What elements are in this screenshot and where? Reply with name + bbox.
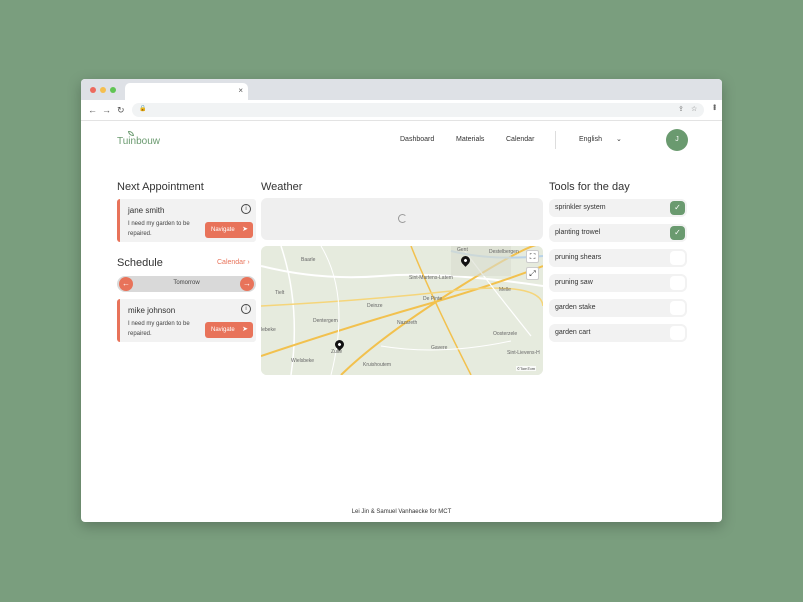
maximize-window-icon[interactable] — [110, 87, 116, 93]
map-label: Nazareth — [397, 320, 418, 326]
route-icon[interactable]: ⤢ — [526, 267, 539, 280]
loading-spinner-icon — [398, 214, 407, 223]
map-label: De Pinte — [423, 296, 443, 302]
schedule-title: Schedule — [117, 257, 163, 269]
appointment-description: I need my garden to be repaired. — [128, 321, 190, 337]
map-label: Kruishoutem — [363, 362, 392, 368]
tool-item[interactable]: planting trowel ✓ — [549, 224, 687, 242]
browser-window: × ← → ↻ 🔒 ⇪ ☆ ••• Tuinbouw Dashboard Mat… — [81, 79, 722, 522]
navigate-button[interactable]: Navigate ➤ — [205, 222, 253, 238]
map-attribution: ©TomTom — [516, 366, 537, 371]
brand-logo[interactable]: Tuinbouw — [117, 136, 160, 147]
checkbox[interactable] — [670, 276, 685, 290]
info-icon[interactable]: i — [241, 304, 251, 314]
browser-titlebar: × — [81, 79, 722, 100]
tool-item[interactable]: pruning shears — [549, 249, 687, 267]
tools-title: Tools for the day — [549, 181, 630, 193]
tool-item[interactable]: sprinkler system ✓ — [549, 199, 687, 217]
tool-item[interactable]: pruning saw — [549, 274, 687, 292]
tool-label: pruning saw — [555, 279, 593, 286]
chevron-down-icon[interactable]: ⌄ — [616, 135, 622, 143]
checkbox[interactable] — [670, 326, 685, 340]
map-roads — [261, 246, 543, 375]
navigate-label: Navigate — [211, 227, 235, 233]
appointment-name: jane smith — [128, 206, 165, 215]
checkmark-icon[interactable]: ✓ — [670, 201, 685, 215]
browser-menu-icon[interactable]: ••• — [710, 104, 719, 109]
navigate-button[interactable]: Navigate ➤ — [205, 322, 253, 338]
star-icon[interactable]: ☆ — [691, 105, 697, 113]
avatar[interactable]: J — [666, 129, 688, 151]
tool-label: sprinkler system — [555, 204, 606, 211]
footer-credits: Lei Jin & Samuel Vanhaecke for MCT — [351, 509, 452, 515]
forward-icon[interactable]: → — [102, 104, 111, 116]
calendar-link-label: Calendar — [217, 259, 246, 266]
back-icon[interactable]: ← — [88, 104, 97, 116]
tool-label: garden cart — [555, 329, 591, 336]
calendar-link[interactable]: Calendar › — [217, 259, 250, 266]
language-select[interactable]: English — [579, 136, 602, 143]
appointment-name: mike johnson — [128, 306, 176, 315]
share-icon[interactable]: ⇪ — [678, 105, 684, 113]
info-icon[interactable]: i — [241, 204, 251, 214]
map-label: Baarle — [301, 257, 316, 263]
nav-calendar[interactable]: Calendar — [506, 136, 534, 143]
checkmark-icon[interactable]: ✓ — [670, 226, 685, 240]
next-appointment-title: Next Appointment — [117, 181, 204, 193]
appointment-description: I need my garden to be repaired. — [128, 221, 190, 237]
address-bar[interactable]: 🔒 ⇪ ☆ — [132, 103, 704, 117]
tool-item[interactable]: garden cart — [549, 324, 687, 342]
fullscreen-icon[interactable]: ⛶ — [526, 250, 539, 263]
tool-item[interactable]: garden stake — [549, 299, 687, 317]
nav-divider — [555, 131, 556, 149]
map-label: Oosterzele — [493, 331, 518, 337]
close-window-icon[interactable] — [90, 87, 96, 93]
appointment-card[interactable]: jane smith I need my garden to be repair… — [117, 199, 256, 242]
browser-tab[interactable]: × — [125, 83, 248, 100]
reload-icon[interactable]: ↻ — [117, 104, 125, 116]
map-label: Tielt — [275, 290, 285, 296]
nav-materials[interactable]: Materials — [456, 136, 484, 143]
appointment-card[interactable]: mike johnson I need my garden to be repa… — [117, 299, 256, 342]
send-arrow-icon: ➤ — [242, 226, 248, 233]
map-label: Destelbergen — [489, 249, 519, 255]
navigate-label: Navigate — [211, 327, 235, 333]
map-label: Gavere — [431, 345, 448, 351]
checkbox[interactable] — [670, 251, 685, 265]
tool-label: planting trowel — [555, 229, 601, 236]
checkbox[interactable] — [670, 301, 685, 315]
day-label: Tomorrow — [173, 280, 200, 286]
day-switcher: ← Tomorrow → — [117, 276, 256, 292]
tab-close-icon[interactable]: × — [238, 86, 243, 96]
map-label: Deinze — [367, 303, 383, 309]
minimize-window-icon[interactable] — [100, 87, 106, 93]
weather-title: Weather — [261, 181, 303, 193]
lock-icon: 🔒 — [139, 106, 147, 112]
send-arrow-icon: ➤ — [242, 326, 248, 333]
map-label: Dentergem — [313, 318, 338, 324]
map-label: lebeke — [261, 327, 276, 333]
map-label: Melle — [499, 287, 511, 293]
tool-label: garden stake — [555, 304, 596, 311]
map-label: Sint-Lievens-H — [507, 350, 540, 356]
browser-toolbar: ← → ↻ 🔒 ⇪ ☆ ••• — [81, 100, 722, 121]
weather-panel — [261, 198, 543, 240]
map[interactable]: Gent Destelbergen Baarle Sint-Martens-La… — [261, 246, 543, 375]
map-label: Wielsbeke — [291, 358, 315, 364]
tool-label: pruning shears — [555, 254, 602, 261]
map-label: Gent — [457, 247, 468, 253]
map-label: Sint-Martens-Latem — [409, 275, 453, 281]
arrow-right-icon[interactable]: → — [240, 277, 254, 291]
chevron-right-icon: › — [247, 259, 250, 266]
nav-dashboard[interactable]: Dashboard — [400, 136, 434, 143]
